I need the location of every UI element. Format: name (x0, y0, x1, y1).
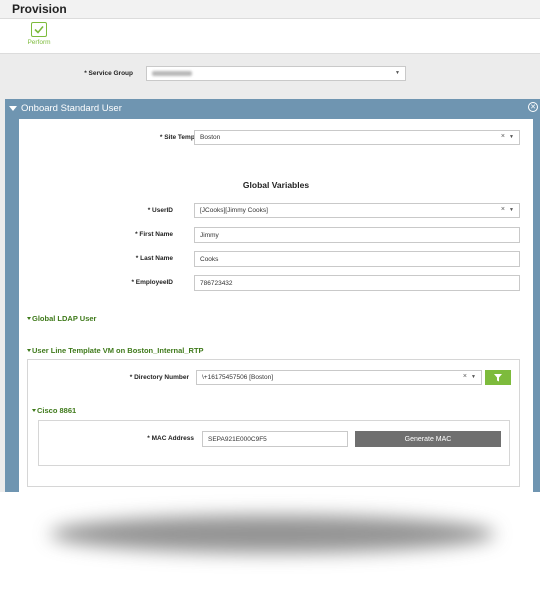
user-line-template-box: * Directory Number \+16175457506 [Boston… (27, 359, 520, 487)
provision-window: Provision Perform * Service Group ▼ Onbo… (0, 0, 540, 492)
panel-body: * Site Template Boston × ▼ Global Variab… (19, 119, 533, 492)
panel-header[interactable]: Onboard Standard User (5, 99, 540, 117)
chevron-down-icon: ▼ (509, 207, 514, 213)
collapse-triangle-icon (27, 349, 31, 352)
employeeid-label: * EmployeeID (131, 279, 173, 286)
onboard-panel: Onboard Standard User ✕ * Site Template … (5, 99, 540, 492)
first-name-label: * First Name (135, 231, 173, 238)
checkmark-icon (31, 22, 47, 37)
filter-icon (494, 373, 502, 381)
filter-button[interactable] (485, 370, 511, 385)
close-circle-icon[interactable]: ✕ (528, 102, 538, 112)
service-group-select[interactable]: ▼ (146, 66, 406, 81)
toolbar: Perform (0, 18, 540, 54)
chevron-down-icon: ▼ (509, 134, 514, 140)
collapse-triangle-icon (27, 317, 31, 320)
mac-address-label: * MAC Address (147, 435, 194, 442)
service-group-row: * Service Group ▼ (0, 54, 540, 99)
chevron-down-icon: ▼ (395, 70, 400, 76)
service-group-label: * Service Group (84, 70, 133, 77)
chevron-down-icon: ▼ (471, 374, 476, 380)
global-variables-title: Global Variables (242, 180, 310, 190)
collapse-triangle-icon (9, 105, 17, 111)
clear-icon[interactable]: × (501, 133, 505, 140)
collapse-triangle-icon (32, 409, 36, 412)
userid-select[interactable]: [JCooks][Jimmy Cooks] × ▼ (194, 203, 520, 218)
first-name-value: Jimmy (200, 231, 219, 239)
mac-address-value: SEPA921E000C9F5 (208, 435, 267, 443)
site-template-value: Boston (200, 134, 221, 141)
site-template-select[interactable]: Boston × ▼ (194, 130, 520, 145)
perform-button[interactable]: Perform (26, 22, 52, 46)
directory-number-select[interactable]: \+16175457506 [Boston] × ▼ (196, 370, 482, 385)
last-name-field[interactable]: Cooks (194, 251, 520, 267)
cisco-8861-section[interactable]: Cisco 8861 (32, 406, 76, 415)
employeeid-field[interactable]: 786723432 (194, 275, 520, 291)
user-line-template-section[interactable]: User Line Template VM on Boston_Internal… (27, 346, 204, 355)
last-name-label: * Last Name (135, 255, 173, 262)
directory-number-label: * Directory Number (129, 374, 189, 381)
directory-number-value: \+16175457506 [Boston] (202, 374, 274, 381)
last-name-value: Cooks (200, 255, 219, 263)
userid-value: [JCooks][Jimmy Cooks] (200, 207, 268, 214)
employeeid-value: 786723432 (200, 279, 233, 287)
page-title: Provision (12, 2, 67, 16)
global-ldap-user-title: Global LDAP User (32, 314, 97, 323)
userid-label: * UserID (147, 207, 173, 214)
generate-mac-button[interactable]: Generate MAC (355, 431, 501, 447)
perform-label: Perform (27, 39, 51, 46)
title-bar: Provision (0, 0, 540, 18)
user-line-template-title: User Line Template VM on Boston_Internal… (32, 346, 204, 355)
drop-shadow (50, 515, 495, 553)
service-group-value (152, 71, 192, 76)
mac-address-field[interactable]: SEPA921E000C9F5 (202, 431, 348, 447)
clear-icon[interactable]: × (463, 373, 467, 380)
first-name-field[interactable]: Jimmy (194, 227, 520, 243)
global-ldap-user-section[interactable]: Global LDAP User (27, 314, 96, 323)
clear-icon[interactable]: × (501, 206, 505, 213)
cisco-8861-box: * MAC Address SEPA921E000C9F5 Generate M… (38, 420, 510, 466)
panel-title: Onboard Standard User (21, 102, 122, 114)
cisco-8861-title: Cisco 8861 (37, 406, 77, 415)
